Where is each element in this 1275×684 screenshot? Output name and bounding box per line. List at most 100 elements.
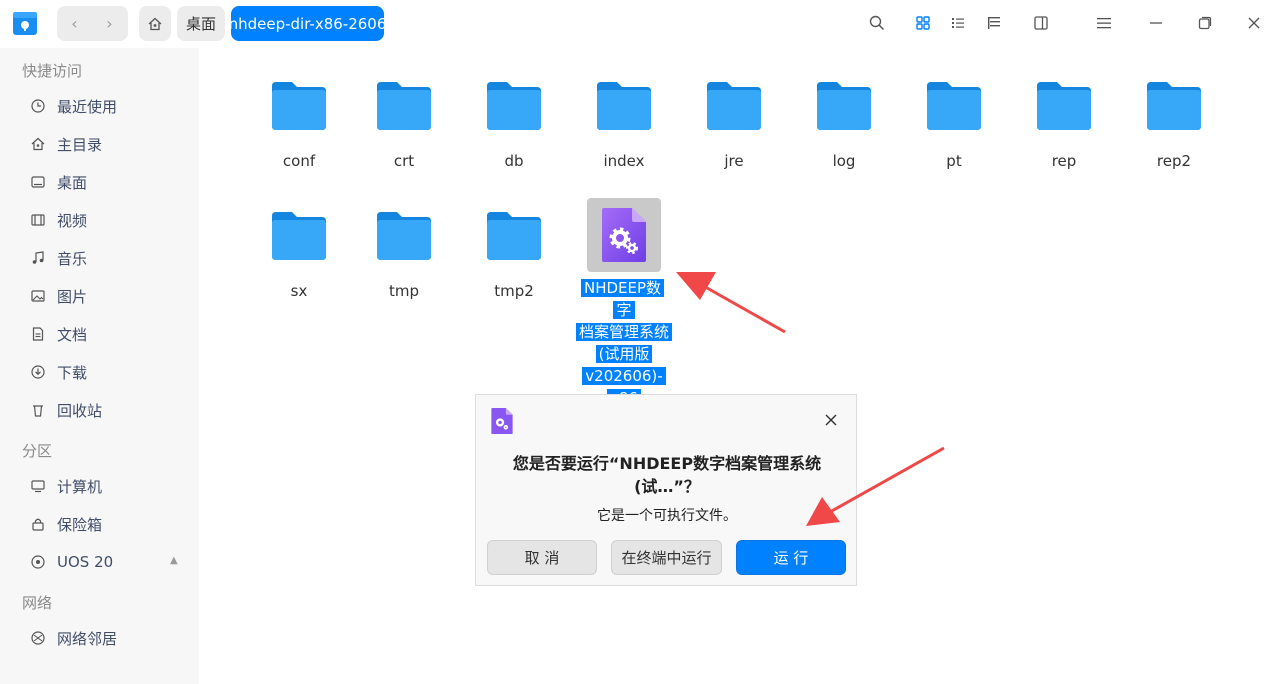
sidebar-item-documents[interactable]: 文档 <box>30 322 87 346</box>
desktop-icon <box>30 174 46 190</box>
sidebar-item-music[interactable]: 音乐 <box>30 246 87 270</box>
sidebar-item-videos[interactable]: 视频 <box>30 208 87 232</box>
breadcrumb-current-folder[interactable]: nhdeep-dir-x86-2606 <box>229 6 386 41</box>
sidebar-item-label: 桌面 <box>57 173 88 192</box>
sidebar-item-label: 计算机 <box>57 477 103 496</box>
folder-item[interactable]: index <box>576 80 672 170</box>
icon-view-button[interactable] <box>912 12 934 34</box>
folder-icon <box>270 210 328 262</box>
sidebar-item-label: 最近使用 <box>57 97 118 116</box>
sidebar-item-desktop[interactable]: 桌面 <box>30 170 87 194</box>
folder-icon <box>485 210 543 262</box>
dialog-title-line: 您是否要运行“NHDEEP数字档案管理系统 <box>512 454 822 473</box>
sidebar-item-pictures[interactable]: 图片 <box>30 284 87 308</box>
sidebar-item-label: 音乐 <box>57 249 88 268</box>
sidebar-item-trash[interactable]: 回收站 <box>30 398 102 422</box>
cancel-button[interactable]: 取 消 <box>487 540 597 575</box>
folder-item[interactable]: rep <box>1016 80 1112 170</box>
menu-button[interactable] <box>1093 12 1115 34</box>
restore-icon <box>1198 16 1212 30</box>
folder-item[interactable]: log <box>796 80 892 170</box>
home-icon <box>148 17 162 30</box>
selected-file-name[interactable]: NHDEEP数字 档案管理系统 (试用版 v202606)-x86 <box>576 277 673 409</box>
forward-button[interactable]: › <box>92 6 127 41</box>
sidebar-item-label: 回收站 <box>57 401 103 420</box>
folder-name: tmp <box>388 282 419 300</box>
back-button[interactable]: ‹ <box>57 6 92 41</box>
download-icon <box>30 364 46 380</box>
chevron-right-icon: › <box>106 14 113 33</box>
sidebar-item-label: 保险箱 <box>57 515 103 534</box>
home-icon <box>30 136 46 152</box>
selected-executable-file[interactable] <box>587 198 661 272</box>
document-icon <box>30 326 46 342</box>
maximize-button[interactable] <box>1194 12 1216 34</box>
sidebar-item-network[interactable]: 网络邻居 <box>30 626 117 650</box>
folder-item[interactable]: tmp2 <box>466 210 562 300</box>
list-view-button[interactable] <box>947 12 969 34</box>
sidebar-item-label: 图片 <box>57 287 88 306</box>
folder-name: sx <box>290 282 308 300</box>
folder-item[interactable]: jre <box>686 80 782 170</box>
folder-icon <box>1145 80 1203 132</box>
sidebar-item-vault[interactable]: 保险箱 <box>30 512 102 536</box>
folder-icon <box>375 210 433 262</box>
clock-icon <box>30 98 46 114</box>
sidebar-item-label: 下载 <box>57 363 88 382</box>
folder-item[interactable]: rep2 <box>1126 80 1222 170</box>
disk-icon <box>30 554 46 570</box>
minimize-icon <box>1150 22 1162 24</box>
sidebar-item-uos-disk[interactable]: UOS 20 <box>30 550 113 574</box>
dialog-message: 它是一个可执行文件。 <box>597 508 737 524</box>
folder-name: pt <box>946 152 962 170</box>
search-icon <box>869 15 885 31</box>
sidebar-item-label: UOS 20 <box>57 553 114 571</box>
network-icon <box>30 630 46 646</box>
tree-view-button[interactable] <box>983 12 1005 34</box>
vault-icon <box>30 516 46 532</box>
navigation-buttons: ‹ › <box>57 6 128 41</box>
folder-name: conf <box>282 152 316 170</box>
trash-icon <box>30 402 46 418</box>
music-icon <box>30 250 46 266</box>
folder-item[interactable]: pt <box>906 80 1002 170</box>
dialog-title-line: (试…”？ <box>634 477 700 496</box>
folder-name: log <box>832 152 856 170</box>
folder-item[interactable]: db <box>466 80 562 170</box>
close-window-button[interactable] <box>1243 12 1265 34</box>
sidebar-item-recent[interactable]: 最近使用 <box>30 94 117 118</box>
folder-item[interactable]: sx <box>251 210 347 300</box>
folder-item[interactable]: tmp <box>356 210 452 300</box>
breadcrumb-desktop[interactable]: 桌面 <box>177 6 225 41</box>
section-title-quick-access: 快捷访问 <box>22 62 83 80</box>
breadcrumb-home-button[interactable] <box>139 6 171 41</box>
minimize-button[interactable] <box>1145 12 1167 34</box>
run-in-terminal-button[interactable]: 在终端中运行 <box>611 540 722 575</box>
sidebar-item-computer[interactable]: 计算机 <box>30 474 102 498</box>
folder-item[interactable]: conf <box>251 80 347 170</box>
folder-name: rep <box>1051 152 1077 170</box>
picture-icon <box>30 288 46 304</box>
folder-item[interactable]: crt <box>356 80 452 170</box>
detail-panel-button[interactable] <box>1030 12 1052 34</box>
sidebar-item-label: 网络邻居 <box>57 629 118 648</box>
file-name-line: 档案管理系统 <box>576 323 673 341</box>
sidebar: 快捷访问 最近使用 主目录 桌面 视频 音乐 图片 文档 下载 回收站 分区 计… <box>0 48 199 684</box>
eject-icon[interactable]: ▲ <box>170 555 178 566</box>
dialog-close-button[interactable] <box>820 409 842 431</box>
section-title-partitions: 分区 <box>22 442 53 460</box>
run-button[interactable]: 运 行 <box>736 540 846 575</box>
sidebar-item-home[interactable]: 主目录 <box>30 132 102 156</box>
executable-gear-icon <box>490 407 516 435</box>
search-button[interactable] <box>866 12 888 34</box>
sidebar-item-downloads[interactable]: 下载 <box>30 360 87 384</box>
folder-name: index <box>603 152 645 170</box>
video-icon <box>30 212 46 228</box>
sidebar-item-label: 文档 <box>57 325 88 344</box>
file-name-line: NHDEEP数字 <box>580 279 665 319</box>
side-panel-icon <box>1034 16 1048 30</box>
title-bar: ‹ › 桌面 nhdeep-dir-x86-2606 <box>0 0 1275 48</box>
folder-name: crt <box>393 152 415 170</box>
folder-name: rep2 <box>1156 152 1192 170</box>
dialog-title: 您是否要运行“NHDEEP数字档案管理系统 (试…”？ <box>496 452 838 498</box>
